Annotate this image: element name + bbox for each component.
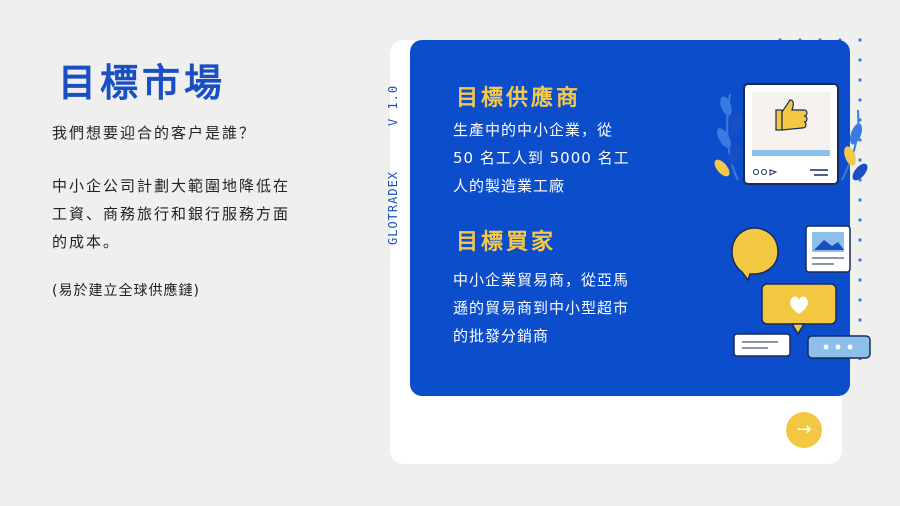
ellipsis-bubble-icon [807,335,871,359]
section-heading-suppliers: 目標供應商 [456,86,582,111]
subtitle: 我們想要迎合的客户是誰？ [52,124,257,142]
description-paragraph: 中小企公司計劃大範圍地降低在工資、商務旅行和銀行服務方面的成本。 [52,177,291,251]
chat-illustration [731,225,871,359]
thumbs-up-post-icon [714,83,868,185]
section-text-suppliers: 生產中的中小企業，從 50 名工人到 5000 名工 人的製造業工廠 [453,121,630,195]
brand-label: GLOTRADEX [386,170,400,245]
section-text-buyers: 中小企業貿易商，從亞馬 遜的貿易商到中小型超市 的批發分銷商 [453,271,630,345]
arrow-right-icon: → [796,419,812,440]
page-title: 目標市場 [58,61,227,105]
heart-bubble-icon [761,283,837,336]
note-text: (易於建立全球供應鏈) [52,283,200,299]
next-button[interactable]: → [786,412,822,448]
speech-bubble-icon [731,227,779,282]
section-heading-buyers: 目標買家 [456,230,557,255]
image-card-icon [805,225,851,273]
vertical-label: GLOTRADEX V 1.0 [386,85,410,245]
message-bubble-icon [733,333,791,357]
version-label: V 1.0 [386,85,400,127]
